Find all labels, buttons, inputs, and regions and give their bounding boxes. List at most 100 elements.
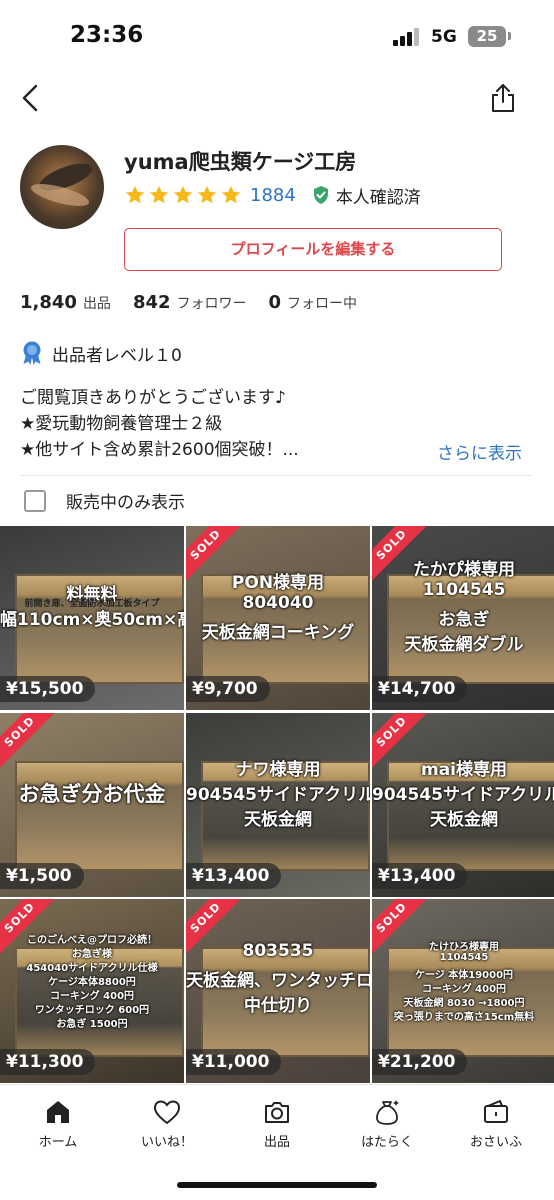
item-tile[interactable]: PON様専用 804040 天板金網コーキング SOLD ¥9,700: [186, 526, 370, 710]
item-overlay-text: コーキング 400円: [421, 984, 507, 995]
item-price: ¥15,500: [0, 676, 96, 702]
home-icon: [47, 1101, 69, 1123]
edit-profile-button[interactable]: プロフィールを編集する: [124, 228, 502, 271]
tab-likes-label: いいね！: [140, 1135, 193, 1150]
item-overlay-text: 天板金網コーキング: [201, 623, 355, 643]
status-time: 23:36: [70, 22, 144, 48]
avatar[interactable]: [20, 145, 104, 229]
item-price: ¥21,200: [372, 1049, 468, 1075]
following-label[interactable]: フォロー中: [287, 293, 357, 313]
followers-count[interactable]: 842: [133, 292, 171, 313]
item-overlay-text: 天板金網: [244, 810, 312, 830]
tab-home[interactable]: ホーム: [3, 1097, 113, 1157]
item-overlay-text: お急ぎ: [438, 610, 490, 630]
tab-sell-label: 出品: [263, 1135, 290, 1150]
item-price: ¥13,400: [372, 863, 468, 889]
star-icon: [173, 185, 193, 204]
verified-label: 本人確認済: [335, 187, 421, 208]
nav-bar: [0, 70, 554, 126]
item-overlay-text: 天板金網: [430, 810, 498, 830]
item-price: ¥13,400: [186, 863, 282, 889]
item-overlay-text: 天板金網、ワンタッチロック、真ん: [186, 971, 370, 991]
item-tile[interactable]: お急ぎ分お代金 SOLD ¥1,500: [0, 713, 184, 897]
tab-sell[interactable]: 出品: [222, 1097, 332, 1157]
item-tile[interactable]: たけひろ様専用 1104545 ケージ 本体19000円 コーキング 400円天板金網…: [372, 899, 554, 1083]
listings-count[interactable]: 1,840: [20, 292, 77, 313]
rating-row[interactable]: 1884 本人確認済: [124, 182, 421, 208]
money-bag-icon: [376, 1100, 399, 1125]
item-overlay-text: 突っ張りまでの高さ15cm無料: [393, 1012, 535, 1023]
item-overlay-text: お急ぎ分お代金: [18, 782, 166, 806]
item-overlay-subtext: 前開き扉、全面防水加工板タイプ: [24, 599, 160, 609]
chevron-left-icon: [22, 84, 38, 112]
badge-icon: [23, 341, 41, 365]
item-overlay-text: 904545サイドアクリル: [372, 785, 554, 805]
verified-shield-icon: [313, 186, 328, 204]
rating-count[interactable]: 1884: [250, 185, 296, 206]
item-overlay-text: 803535: [242, 941, 314, 961]
tab-work-label: はたらく: [361, 1135, 413, 1150]
item-tile[interactable]: mai様専用 904545サイドアクリル 天板金網 SOLD ¥13,400: [372, 713, 554, 897]
item-overlay-text: コーキング 400円: [49, 991, 135, 1002]
item-overlay-text: ケージ 本体19000円: [414, 970, 514, 981]
item-overlay-text: ワンタッチロック 600円: [34, 1005, 150, 1016]
on-sale-checkbox[interactable]: [24, 489, 46, 512]
on-sale-filter[interactable]: 販売中のみ表示: [24, 488, 185, 513]
tab-wallet-label: おさいふ: [469, 1135, 522, 1150]
item-overlay-text: ナワ様専用: [235, 760, 321, 780]
show-more-link[interactable]: さらに表示: [437, 439, 522, 464]
item-overlay-text: ケージ本体8800円: [48, 977, 136, 988]
tab-home-label: ホーム: [38, 1135, 78, 1150]
status-bar: 23:36 5G 25: [0, 0, 554, 70]
item-overlay-text: このごんべえ@プロフ必読！: [27, 935, 157, 946]
item-overlay-text: 1104545: [422, 580, 506, 600]
following-count[interactable]: 0: [269, 292, 282, 313]
item-tile[interactable]: このごんべえ@プロフ必読！ お急ぎ様 454040サイドアクリル仕様 ケージ本体880…: [0, 899, 184, 1083]
item-overlay-text: 454040サイドアクリル仕様: [26, 963, 158, 974]
bio-line: ご閲覧頂きありがとうございます♪: [20, 388, 286, 408]
item-price: ¥11,000: [186, 1049, 282, 1075]
item-overlay-text: 904545サイドアクリル: [186, 785, 370, 805]
item-tile[interactable]: 料無料幅110cm×奥50cm×高40cm前開き扉、全面防水加工板タイプ¥15,…: [0, 526, 184, 710]
item-overlay-text: 中仕切り: [244, 996, 312, 1016]
item-price: ¥9,700: [186, 676, 270, 702]
home-indicator: [177, 1182, 377, 1188]
item-price: ¥1,500: [0, 863, 84, 889]
shop-name: yuma爬虫類ケージ工房: [124, 150, 357, 174]
share-button[interactable]: [486, 78, 520, 116]
battery-icon: 25: [468, 26, 506, 47]
item-overlay-text: 天板金網 8030 →1800円: [403, 998, 525, 1009]
star-icon: [149, 185, 169, 204]
item-overlay-text: PON様専用: [231, 573, 325, 593]
seller-level-label: 出品者レベル１0: [52, 345, 182, 366]
item-price: ¥14,700: [372, 676, 468, 702]
listings-label: 出品: [82, 296, 111, 312]
star-icon: [125, 185, 145, 204]
tab-work[interactable]: はたらく: [332, 1097, 442, 1157]
item-overlay-text: 804040: [242, 593, 314, 613]
item-overlay-text: たけひろ様専用: [429, 942, 499, 953]
bio-line: ★愛玩動物飼養管理士２級: [20, 414, 223, 434]
seller-level[interactable]: 出品者レベル１0: [20, 340, 182, 366]
item-overlay-text: たかぴ様専用: [413, 560, 515, 580]
tab-wallet[interactable]: おさいふ: [441, 1097, 551, 1157]
item-overlay-text: mai様専用: [420, 760, 507, 780]
item-overlay-text: 天板金網ダブル: [404, 635, 524, 655]
rating-stars: [124, 184, 242, 206]
divider: [20, 475, 532, 476]
battery-tip: [508, 32, 511, 40]
item-overlay-text: お急ぎ様: [72, 949, 112, 960]
wallet-icon: [484, 1100, 508, 1123]
item-tile[interactable]: ナワ様専用 904545サイドアクリル 天板金網 ¥13,400: [186, 713, 370, 897]
item-tile[interactable]: たかぴ様専用 1104545 お急ぎ 天板金網ダブル SOLD ¥14,700: [372, 526, 554, 710]
share-icon: [492, 84, 514, 112]
item-tile[interactable]: 803535天板金網、ワンタッチロック、真ん中仕切りSOLD¥11,000: [186, 899, 370, 1083]
network-type: 5G: [431, 27, 457, 47]
item-price: ¥11,300: [0, 1049, 96, 1075]
back-button[interactable]: [14, 78, 50, 116]
followers-label[interactable]: フォロワー: [177, 293, 247, 313]
item-overlay-text: 1104545: [439, 952, 489, 963]
tab-likes[interactable]: いいね！: [112, 1097, 222, 1157]
signal-icon: [393, 28, 423, 46]
camera-icon: [265, 1102, 289, 1123]
